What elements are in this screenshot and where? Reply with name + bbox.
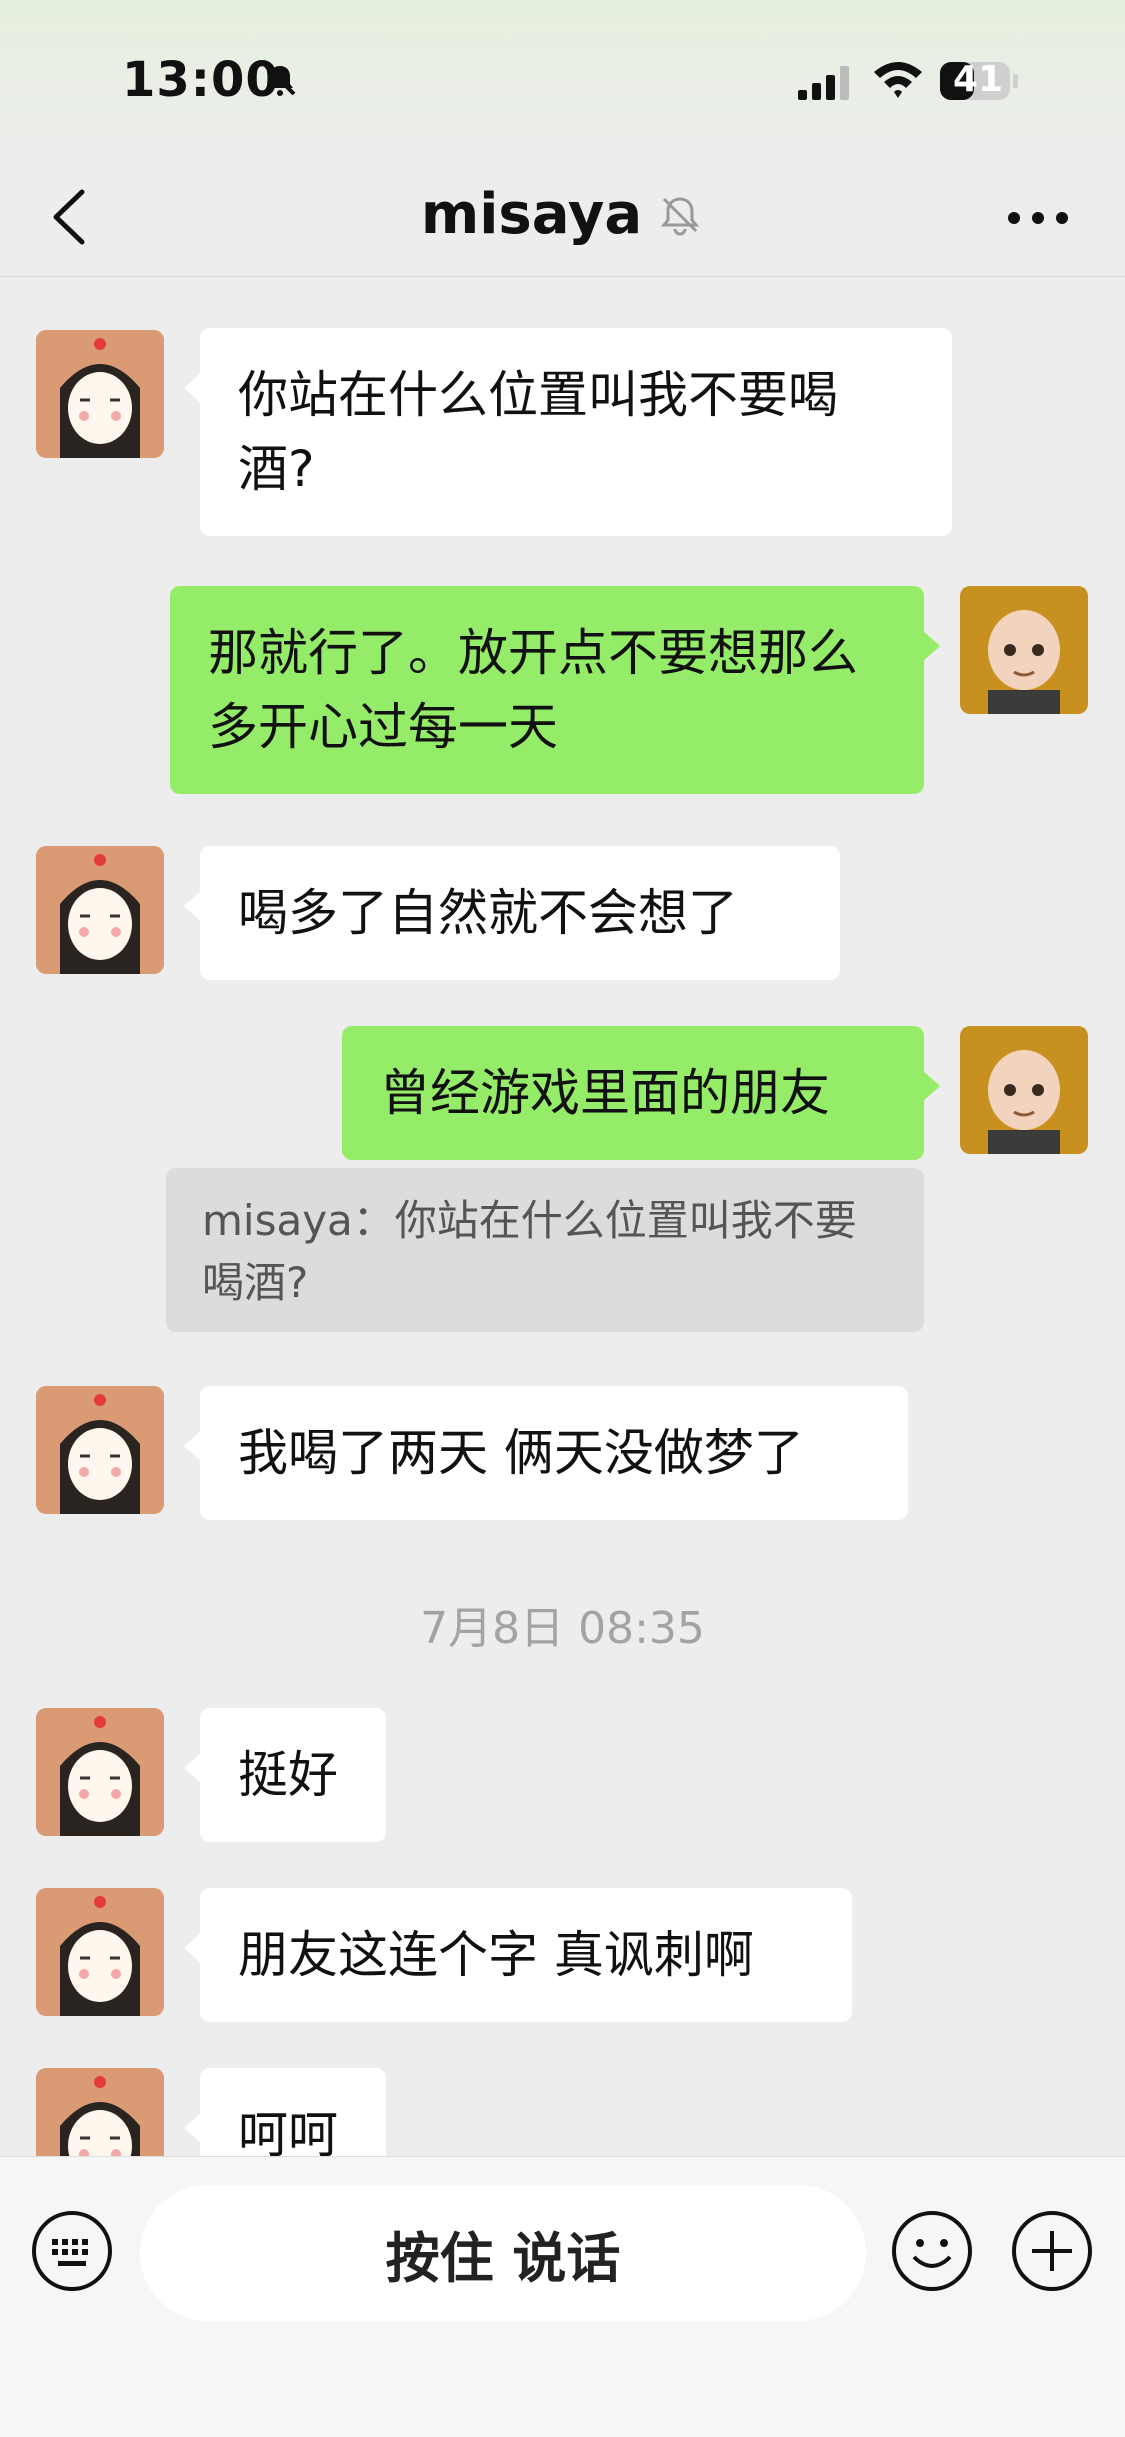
contact-avatar[interactable] [36,1386,164,1514]
cellular-signal-icon [798,66,849,100]
contact-avatar[interactable] [36,1708,164,1836]
self-avatar[interactable] [960,586,1088,714]
message-text: 我喝了两天 俩天没做梦了 [238,1424,804,1482]
message-text: 朋友这连个字 真讽刺啊 [238,1926,754,1984]
chat-header: misaya [0,160,1125,277]
wifi-icon [874,62,922,98]
chat-title-container: misaya [0,182,1125,247]
mute-icon [661,196,700,235]
chat-title: misaya [420,182,643,247]
hold-to-talk-button[interactable]: 按住 说话 [140,2185,866,2321]
message-text: 你站在什么位置叫我不要喝酒? [238,366,838,498]
message-text: 曾经游戏里面的朋友 [380,1064,830,1122]
quoted-text: misaya：你站在什么位置叫我不要喝酒? [202,1196,857,1307]
timestamp: 7月8日 08:35 [420,1603,705,1654]
message-text: 挺好 [238,1746,338,1804]
message-bubble-received[interactable]: 我喝了两天 俩天没做梦了 [184,1386,908,1520]
plus-icon[interactable] [1010,2209,1094,2293]
contact-avatar[interactable] [36,330,164,458]
message-bubble-received[interactable]: 你站在什么位置叫我不要喝酒? [184,328,952,536]
message-bubble-received[interactable]: 喝多了自然就不会想了 [184,846,840,980]
message-bubble-received[interactable]: 挺好 [184,1708,386,1842]
self-avatar[interactable] [960,1026,1088,1154]
bell-slash-icon [264,64,296,96]
message-bubble-sent[interactable]: 曾经游戏里面的朋友 [342,1026,940,1160]
status-time: 13:00 [122,52,280,108]
contact-avatar[interactable] [36,846,164,974]
message-text: 那就行了。放开点不要想那么多开心过每一天 [208,624,858,756]
status-bar: 13:00 41 [0,0,1125,160]
message-bubble-received[interactable]: 朋友这连个字 真讽刺啊 [184,1888,852,2022]
input-bar: 按住 说话 [0,2156,1125,2437]
message-bubble-sent[interactable]: 那就行了。放开点不要想那么多开心过每一天 [170,586,940,794]
keyboard-icon[interactable] [30,2209,114,2293]
quoted-message[interactable]: misaya：你站在什么位置叫我不要喝酒? [166,1168,924,1332]
message-text: 喝多了自然就不会想了 [238,884,738,942]
emoji-icon[interactable] [890,2209,974,2293]
more-icon[interactable] [1000,190,1080,246]
battery-level: 41 [952,59,1004,100]
contact-avatar[interactable] [36,1888,164,2016]
